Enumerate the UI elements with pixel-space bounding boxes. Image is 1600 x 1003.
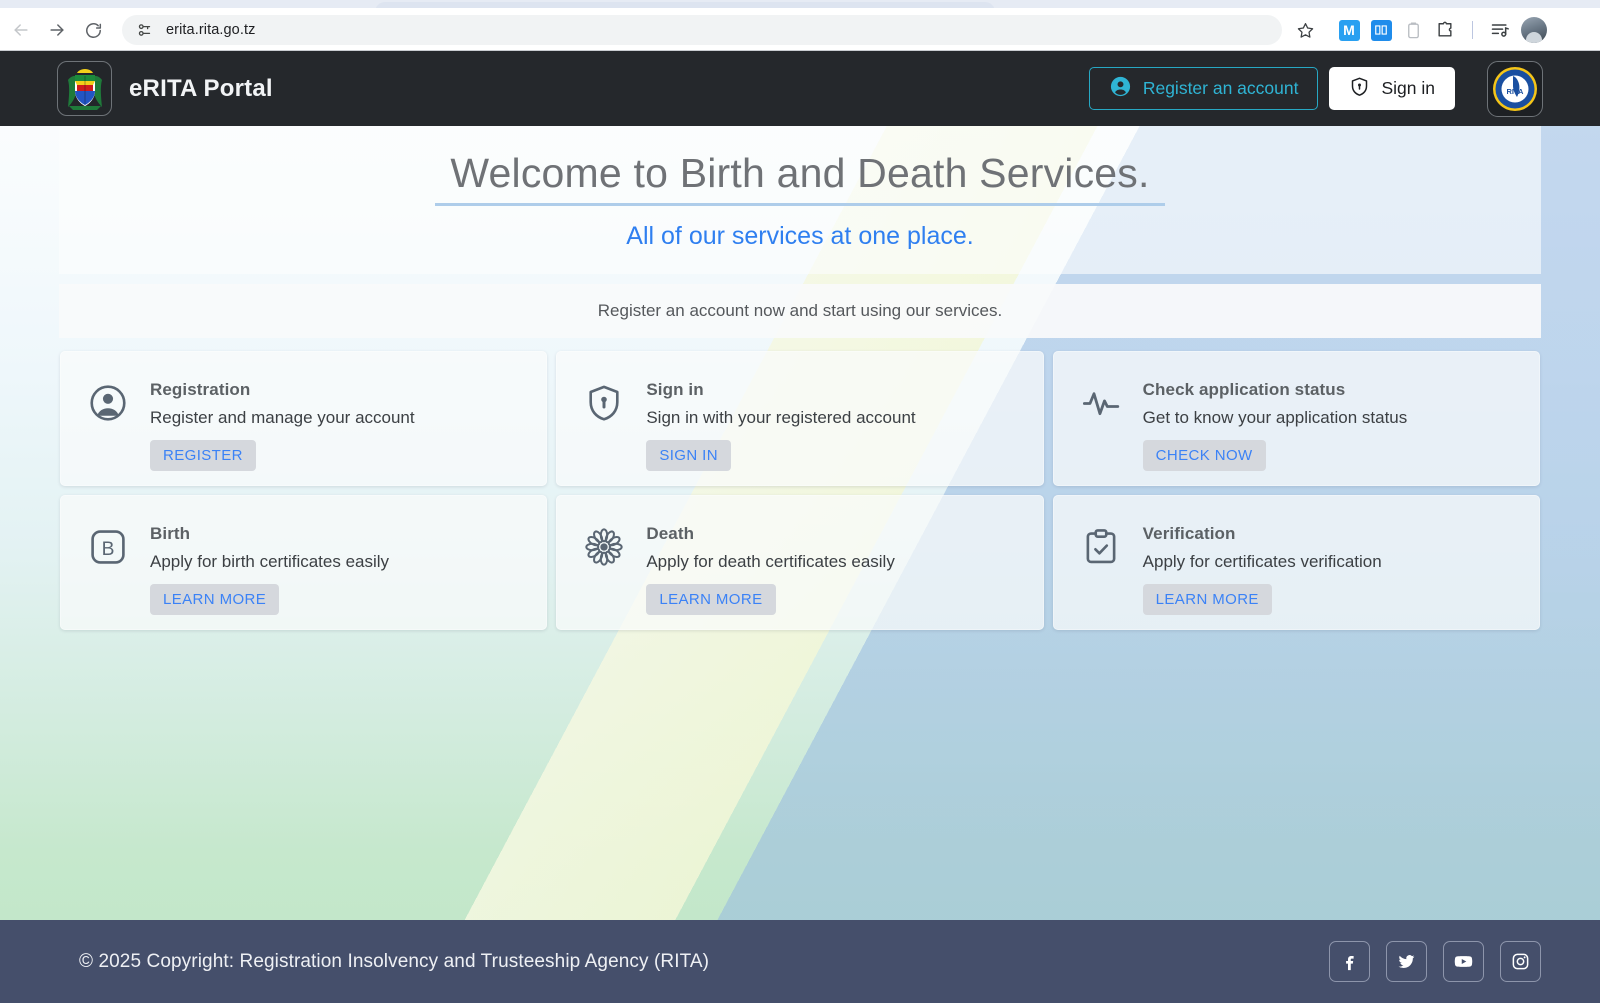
extensions-area: M (1338, 17, 1547, 43)
brand[interactable]: eRITA Portal (57, 61, 273, 116)
register-account-button[interactable]: Register an account (1088, 67, 1319, 110)
twitter-icon[interactable] (1386, 941, 1427, 982)
card-description: Apply for birth certificates easily (150, 552, 390, 571)
check-now-button[interactable]: CHECK NOW (1142, 440, 1266, 471)
header-actions: Register an account Sign in RITA (1088, 60, 1543, 117)
card-title: Verification (1142, 524, 1236, 543)
reading-list-icon[interactable] (1489, 19, 1511, 41)
facebook-icon[interactable] (1329, 941, 1370, 982)
reload-icon[interactable] (78, 15, 108, 45)
instagram-icon[interactable] (1500, 941, 1541, 982)
svg-text:B: B (102, 539, 115, 560)
letter-b-box-icon: B (87, 526, 129, 568)
flower-wreath-icon (583, 526, 625, 568)
address-bar[interactable]: erita.rita.go.tz (122, 15, 1282, 45)
site-footer: © 2025 Copyright: Registration Insolvenc… (0, 920, 1600, 1003)
card-title: Death (646, 524, 695, 543)
toolbar-divider (1472, 21, 1473, 39)
register-account-label: Register an account (1142, 78, 1299, 98)
card-description: Apply for death certificates easily (646, 552, 895, 571)
learn-more-button-verification[interactable]: LEARN MORE (1142, 584, 1272, 615)
back-icon[interactable] (6, 15, 36, 45)
register-button[interactable]: REGISTER (150, 440, 256, 471)
site-info-icon[interactable] (136, 21, 154, 39)
sign-in-label: Sign in (1381, 78, 1435, 98)
extensions-puzzle-icon[interactable] (1434, 19, 1456, 41)
clipboard-extension-icon[interactable] (1402, 19, 1424, 41)
mail-extension-icon[interactable]: M (1338, 19, 1360, 41)
profile-avatar[interactable] (1521, 17, 1547, 43)
service-card-check-status[interactable]: Check application status Get to know you… (1052, 351, 1540, 486)
site-header: eRITA Portal Register an account Sign in… (0, 51, 1600, 126)
learn-more-button-death[interactable]: LEARN MORE (646, 584, 776, 615)
shield-lock-icon (1349, 76, 1370, 102)
card-title: Check application status (1142, 380, 1346, 399)
hero-note: Register an account now and start using … (59, 284, 1541, 338)
browser-tab-strip (0, 0, 1600, 14)
svg-text:RITA: RITA (1507, 87, 1525, 96)
card-description: Get to know your application status (1142, 408, 1408, 427)
service-card-registration[interactable]: Registration Register and manage your ac… (60, 351, 548, 486)
forward-icon[interactable] (42, 15, 72, 45)
card-title: Sign in (646, 380, 704, 399)
hero-underline (435, 203, 1165, 206)
copyright-text: © 2025 Copyright: Registration Insolvenc… (79, 950, 710, 972)
bookmark-star-icon[interactable] (1290, 15, 1320, 45)
service-card-birth[interactable]: B Birth Apply for birth certificates eas… (60, 495, 548, 630)
browser-toolbar: erita.rita.go.tz M (0, 10, 1600, 51)
youtube-icon[interactable] (1443, 941, 1484, 982)
hero-title: Welcome to Birth and Death Services. (450, 150, 1150, 196)
site-title: eRITA Portal (129, 74, 273, 102)
shield-lock-icon (583, 382, 625, 424)
url-text: erita.rita.go.tz (166, 22, 256, 38)
account-circle-icon (87, 382, 129, 424)
service-card-signin[interactable]: Sign in Sign in with your registered acc… (556, 351, 1044, 486)
pulse-activity-icon (1080, 382, 1122, 424)
account-circle-icon (1109, 75, 1132, 103)
services-grid: Registration Register and manage your ac… (60, 351, 1540, 630)
dictionary-extension-icon[interactable] (1370, 19, 1392, 41)
page-viewport: eRITA Portal Register an account Sign in… (0, 51, 1600, 1003)
social-links (1329, 941, 1541, 982)
sign-in-button[interactable]: Sign in (1329, 67, 1455, 110)
card-description: Sign in with your registered account (646, 408, 916, 427)
card-title: Birth (150, 524, 191, 543)
hero-subtitle: All of our services at one place. (626, 222, 974, 250)
service-card-death[interactable]: Death Apply for death certificates easil… (556, 495, 1044, 630)
service-card-verification[interactable]: Verification Apply for certificates veri… (1052, 495, 1540, 630)
card-title: Registration (150, 380, 251, 399)
sign-in-button[interactable]: SIGN IN (646, 440, 731, 471)
card-description: Register and manage your account (150, 408, 415, 427)
coat-of-arms-logo-icon (57, 61, 112, 116)
clipboard-check-icon (1080, 526, 1122, 568)
card-description: Apply for certificates verification (1142, 552, 1382, 571)
learn-more-button-birth[interactable]: LEARN MORE (150, 584, 280, 615)
hero-section: Welcome to Birth and Death Services. All… (59, 126, 1541, 274)
rita-logo-badge-icon[interactable]: RITA (1487, 60, 1543, 117)
